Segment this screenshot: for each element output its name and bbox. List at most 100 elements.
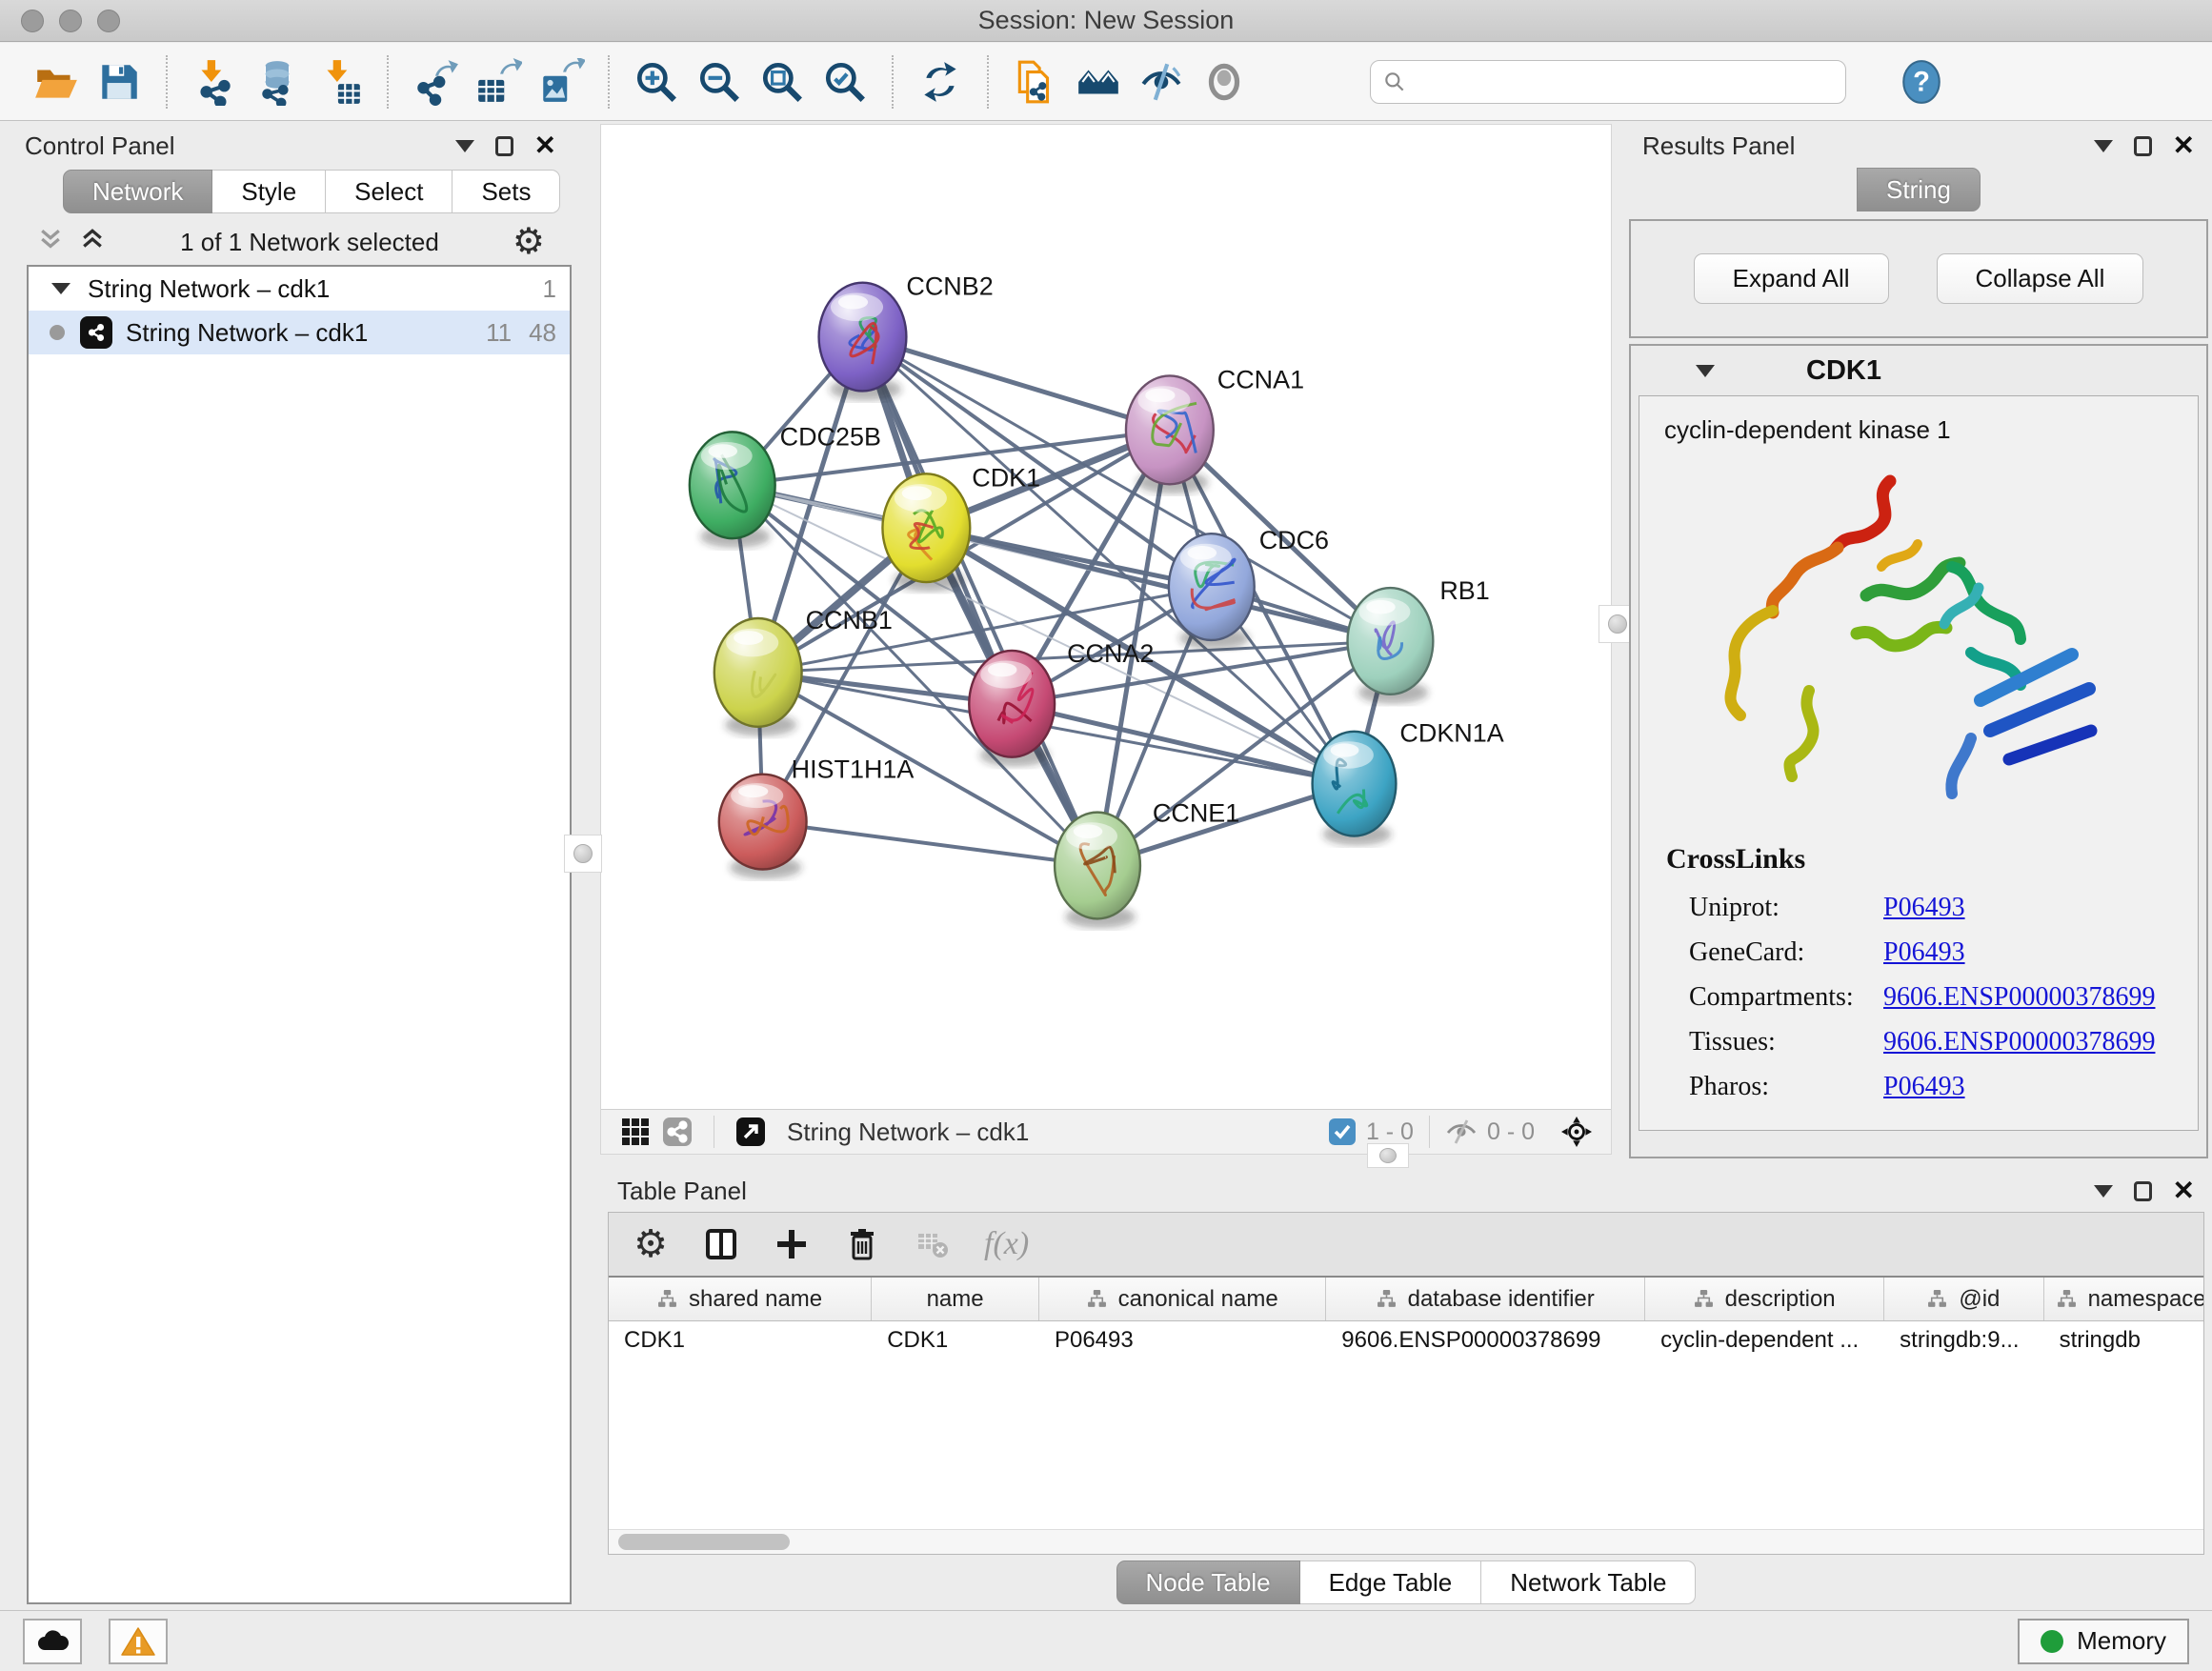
preview-button[interactable] bbox=[1193, 51, 1256, 112]
collection-expand-icon[interactable] bbox=[51, 283, 70, 294]
help-button[interactable]: ? bbox=[1890, 51, 1953, 112]
edge[interactable] bbox=[862, 337, 1097, 866]
column-header[interactable]: canonical name bbox=[1039, 1278, 1326, 1320]
toolbar-search[interactable] bbox=[1370, 60, 1846, 104]
delete-column-icon[interactable] bbox=[843, 1225, 881, 1263]
tab-string[interactable]: String bbox=[1857, 168, 1981, 211]
export-table-button[interactable] bbox=[467, 51, 530, 112]
table-options-gear-icon[interactable]: ⚙ bbox=[632, 1225, 670, 1263]
table-cell[interactable]: stringdb:9... bbox=[1884, 1321, 2043, 1361]
export-network-button[interactable] bbox=[404, 51, 467, 112]
function-builder-icon[interactable]: f(x) bbox=[984, 1226, 1029, 1262]
expand-all-networks-icon[interactable] bbox=[78, 225, 107, 260]
hidden-eye-slash-icon[interactable] bbox=[1445, 1117, 1478, 1146]
table-row[interactable]: CDK1CDK1P064939606.ENSP00000378699cyclin… bbox=[609, 1321, 2203, 1361]
export-image-button[interactable] bbox=[530, 51, 593, 112]
network-options-gear-icon[interactable]: ⚙ bbox=[513, 224, 545, 260]
panel-close-icon[interactable]: ✕ bbox=[534, 132, 556, 159]
edge[interactable] bbox=[1012, 704, 1354, 784]
table-cell[interactable]: cyclin-dependent ... bbox=[1645, 1321, 1884, 1361]
crosslink-link[interactable]: P06493 bbox=[1883, 1072, 1965, 1102]
import-database-button[interactable] bbox=[246, 51, 309, 112]
birdseye-grid-icon[interactable] bbox=[614, 1114, 656, 1150]
edge[interactable] bbox=[763, 822, 1097, 866]
horizontal-splitter-handle[interactable] bbox=[1367, 1143, 1409, 1168]
network-share-icon[interactable] bbox=[656, 1114, 698, 1150]
node-rb1[interactable]: RB1 bbox=[1348, 576, 1490, 704]
hide-panels-button[interactable] bbox=[1130, 51, 1193, 112]
node-cdk1[interactable]: CDK1 bbox=[882, 463, 1040, 592]
expand-all-button[interactable]: Expand All bbox=[1694, 253, 1889, 304]
crosslink-link[interactable]: 9606.ENSP00000378699 bbox=[1883, 982, 2155, 1013]
panel-menu-icon[interactable] bbox=[455, 140, 474, 152]
window-zoom-icon[interactable] bbox=[97, 10, 120, 32]
node-cdc25b[interactable]: CDC25B bbox=[690, 422, 881, 548]
table-cell[interactable]: P06493 bbox=[1039, 1321, 1326, 1361]
crosslink-link[interactable]: P06493 bbox=[1883, 893, 1965, 923]
panel-float-icon[interactable] bbox=[2134, 136, 2152, 156]
zoom-selected-button[interactable] bbox=[814, 51, 876, 112]
open-in-window-icon[interactable] bbox=[730, 1114, 772, 1150]
import-table-button[interactable] bbox=[309, 51, 372, 112]
panel-close-icon[interactable]: ✕ bbox=[2173, 1178, 2195, 1204]
network-canvas[interactable]: CCNB2CCNA1CDC25BCDK1CDC6RB1CCNB1CCNA2CDK… bbox=[601, 125, 1611, 1109]
column-header[interactable]: namespace bbox=[2044, 1278, 2204, 1320]
column-header[interactable]: shared name bbox=[609, 1278, 872, 1320]
column-header[interactable]: name bbox=[872, 1278, 1039, 1320]
table-horizontal-scrollbar[interactable] bbox=[609, 1529, 2203, 1554]
panel-menu-icon[interactable] bbox=[2094, 140, 2113, 152]
window-close-icon[interactable] bbox=[21, 10, 44, 32]
table-cell[interactable]: stringdb bbox=[2044, 1321, 2204, 1361]
fit-selected-crosshair-icon[interactable] bbox=[1556, 1114, 1598, 1150]
panel-float-icon[interactable] bbox=[2134, 1181, 2152, 1201]
search-input[interactable] bbox=[1415, 69, 1834, 95]
table-cell[interactable]: CDK1 bbox=[609, 1321, 872, 1361]
zoom-out-button[interactable] bbox=[688, 51, 751, 112]
network-row[interactable]: String Network – cdk1 11 48 bbox=[29, 311, 570, 354]
tab-select[interactable]: Select bbox=[326, 170, 452, 213]
column-header[interactable]: description bbox=[1645, 1278, 1884, 1320]
column-header[interactable]: @id bbox=[1884, 1278, 2043, 1320]
panel-float-icon[interactable] bbox=[495, 136, 513, 156]
table-cell[interactable]: 9606.ENSP00000378699 bbox=[1326, 1321, 1645, 1361]
scrollbar-thumb[interactable] bbox=[618, 1534, 790, 1550]
show-columns-icon[interactable] bbox=[702, 1225, 740, 1263]
node-cdkn1a[interactable]: CDKN1A bbox=[1313, 719, 1504, 846]
tab-node-table[interactable]: Node Table bbox=[1116, 1560, 1300, 1604]
refresh-button[interactable] bbox=[909, 51, 972, 112]
node-ccnb2[interactable]: CCNB2 bbox=[819, 272, 994, 401]
node-ccne1[interactable]: CCNE1 bbox=[1055, 799, 1239, 929]
clone-network-button[interactable] bbox=[1004, 51, 1067, 112]
collapse-all-button[interactable]: Collapse All bbox=[1937, 253, 2144, 304]
tab-edge-table[interactable]: Edge Table bbox=[1300, 1560, 1482, 1604]
warnings-button[interactable] bbox=[109, 1619, 168, 1664]
network-graph[interactable]: CCNB2CCNA1CDC25BCDK1CDC6RB1CCNB1CCNA2CDK… bbox=[601, 125, 1611, 1111]
tab-sets[interactable]: Sets bbox=[452, 170, 560, 213]
table-cell[interactable]: CDK1 bbox=[872, 1321, 1039, 1361]
column-header[interactable]: database identifier bbox=[1326, 1278, 1645, 1320]
delete-table-icon[interactable] bbox=[914, 1225, 952, 1263]
collapse-all-networks-icon[interactable] bbox=[36, 225, 65, 260]
cloud-status-button[interactable] bbox=[23, 1619, 82, 1664]
selected-checkbox-icon[interactable] bbox=[1328, 1117, 1357, 1146]
left-splitter-handle[interactable] bbox=[564, 835, 602, 873]
crosslink-link[interactable]: 9606.ENSP00000378699 bbox=[1883, 1027, 2155, 1057]
zoom-fit-button[interactable] bbox=[751, 51, 814, 112]
create-column-icon[interactable] bbox=[773, 1225, 811, 1263]
crosslink-link[interactable]: P06493 bbox=[1883, 937, 1965, 968]
edge[interactable] bbox=[862, 337, 1169, 431]
entry-collapse-icon[interactable] bbox=[1696, 365, 1715, 377]
memory-button[interactable]: Memory bbox=[2018, 1619, 2189, 1664]
save-session-button[interactable] bbox=[88, 51, 151, 112]
import-network-button[interactable] bbox=[183, 51, 246, 112]
tab-style[interactable]: Style bbox=[212, 170, 326, 213]
node-hist1h1a[interactable]: HIST1H1A bbox=[719, 755, 915, 879]
window-minimize-icon[interactable] bbox=[59, 10, 82, 32]
network-collection-row[interactable]: String Network – cdk1 1 bbox=[29, 267, 570, 311]
show-all-panels-button[interactable] bbox=[1067, 51, 1130, 112]
zoom-in-button[interactable] bbox=[625, 51, 688, 112]
panel-menu-icon[interactable] bbox=[2094, 1185, 2113, 1198]
open-session-button[interactable] bbox=[25, 51, 88, 112]
tab-network-table[interactable]: Network Table bbox=[1481, 1560, 1696, 1604]
node-cdc6[interactable]: CDC6 bbox=[1169, 526, 1329, 650]
